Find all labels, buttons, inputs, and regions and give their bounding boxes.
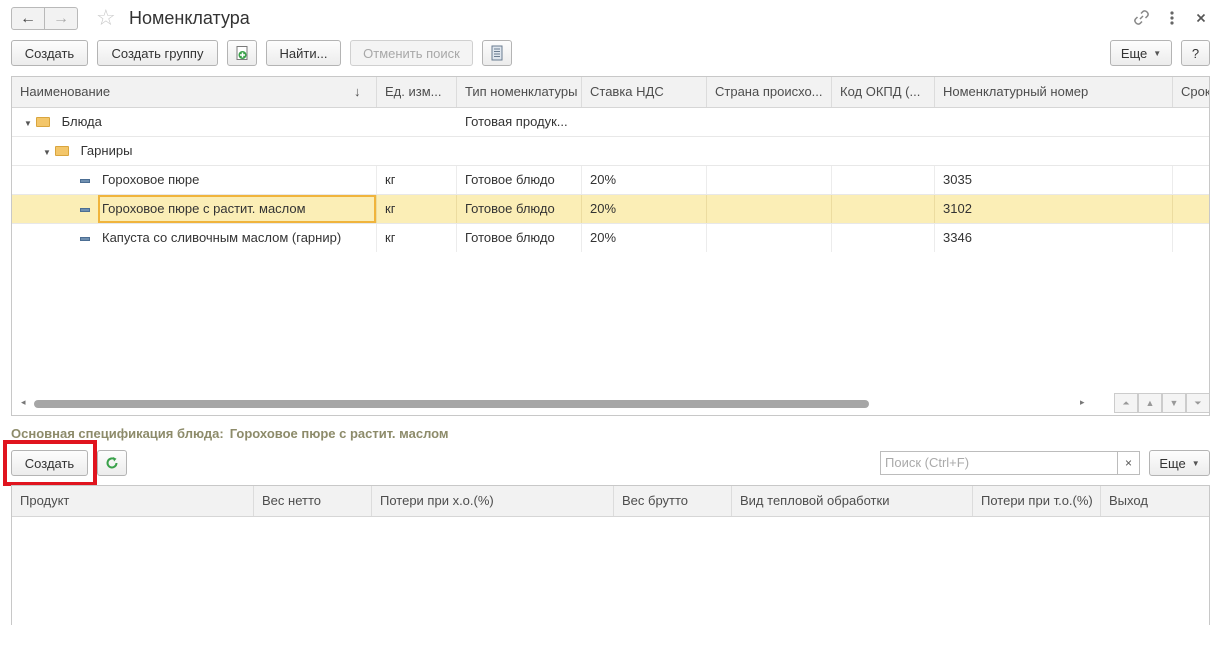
column-header-gross-weight[interactable]: Вес брутто bbox=[614, 486, 732, 516]
cell-name: Капуста со сливочным маслом (гарнир) bbox=[102, 230, 342, 245]
table-row[interactable]: Гороховое пюре кг Готовое блюдо 20% 3035 bbox=[12, 166, 1209, 195]
go-last-icon[interactable]: ⏷ bbox=[1186, 393, 1209, 413]
go-down-icon[interactable]: ▼ bbox=[1162, 393, 1186, 413]
cell-number: 3035 bbox=[943, 172, 972, 187]
copy-button[interactable] bbox=[227, 40, 257, 66]
folder-icon bbox=[36, 116, 50, 127]
cell-name: Блюда bbox=[61, 114, 102, 129]
cell-type: Готовая продук... bbox=[465, 114, 568, 129]
chevron-down-icon: ▼ bbox=[1153, 48, 1162, 58]
column-header-country[interactable]: Страна происхо... bbox=[707, 77, 832, 107]
scroll-right-icon[interactable]: ▸ bbox=[1080, 397, 1085, 408]
column-header-okpd[interactable]: Код ОКПД (... bbox=[832, 77, 935, 107]
table-row[interactable]: ▼ Гарниры bbox=[12, 137, 1209, 166]
horizontal-scrollbar[interactable] bbox=[34, 400, 869, 408]
arrow-right-icon: → bbox=[53, 9, 69, 27]
search-clear-icon[interactable]: × bbox=[1117, 451, 1140, 475]
cell-name: Гороховое пюре с растит. маслом bbox=[102, 201, 306, 216]
table-header: Наименование ↓ Ед. изм... Тип номенклату… bbox=[12, 77, 1209, 108]
collapse-triangle-icon[interactable]: ▼ bbox=[24, 110, 36, 136]
item-icon bbox=[80, 207, 90, 212]
cell-type: Готовое блюдо bbox=[465, 230, 555, 245]
spec-table-header: Продукт Вес нетто Потери при х.о.(%) Вес… bbox=[12, 486, 1209, 517]
create-group-button[interactable]: Создать группу bbox=[97, 40, 218, 66]
cell-name: Гарниры bbox=[80, 143, 133, 158]
item-icon bbox=[80, 236, 90, 241]
column-header-cold-loss[interactable]: Потери при х.о.(%) bbox=[372, 486, 614, 516]
refresh-icon bbox=[106, 457, 118, 469]
nomenclature-table[interactable]: Наименование ↓ Ед. изм... Тип номенклату… bbox=[11, 76, 1210, 416]
column-header-term[interactable]: Срок bbox=[1173, 77, 1209, 107]
cell-vat: 20% bbox=[590, 230, 617, 245]
cancel-search-button[interactable]: Отменить поиск bbox=[350, 40, 473, 66]
folder-icon bbox=[55, 145, 69, 156]
spec-value[interactable]: Гороховое пюре с растит. маслом bbox=[230, 426, 449, 441]
cell-unit: кг bbox=[385, 230, 396, 245]
sort-arrow-icon: ↓ bbox=[354, 84, 361, 99]
cell-vat: 20% bbox=[590, 201, 617, 216]
table-row-selected[interactable]: Гороховое пюре с растит. маслом кг Готов… bbox=[12, 195, 1209, 224]
more-label: Еще bbox=[1120, 45, 1148, 61]
go-up-icon[interactable]: ▲ bbox=[1138, 393, 1162, 413]
spec-table[interactable]: Продукт Вес нетто Потери при х.о.(%) Вес… bbox=[11, 485, 1210, 625]
create-button[interactable]: Создать bbox=[11, 40, 88, 66]
highlight-box bbox=[3, 440, 97, 486]
cell-number: 3346 bbox=[943, 230, 972, 245]
column-header-unit[interactable]: Ед. изм... bbox=[377, 77, 457, 107]
refresh-button[interactable] bbox=[97, 450, 127, 476]
table-row[interactable]: ▼ Блюда Готовая продук... bbox=[12, 108, 1209, 137]
link-icon[interactable] bbox=[1133, 9, 1150, 26]
copy-document-icon bbox=[236, 46, 248, 60]
scroll-left-icon[interactable]: ◂ bbox=[21, 397, 26, 408]
item-icon bbox=[80, 178, 90, 183]
cell-unit: кг bbox=[385, 201, 396, 216]
column-header-heat-loss[interactable]: Потери при т.о.(%) bbox=[973, 486, 1101, 516]
report-button[interactable] bbox=[482, 40, 512, 66]
column-header-type[interactable]: Тип номенклатуры bbox=[457, 77, 582, 107]
search-input[interactable]: Поиск (Ctrl+F) bbox=[880, 451, 1118, 475]
collapse-triangle-icon[interactable]: ▼ bbox=[43, 139, 55, 165]
table-row[interactable]: Капуста со сливочным маслом (гарнир) кг … bbox=[12, 224, 1209, 253]
spec-label: Основная спецификация блюда: bbox=[11, 426, 224, 441]
back-button[interactable]: ← bbox=[11, 7, 45, 30]
favorite-star-icon[interactable]: ☆ bbox=[96, 6, 116, 30]
cell-type: Готовое блюдо bbox=[465, 172, 555, 187]
cell-unit: кг bbox=[385, 172, 396, 187]
arrow-left-icon: ← bbox=[20, 9, 36, 27]
close-icon[interactable] bbox=[1196, 13, 1206, 23]
cell-type: Готовое блюдо bbox=[465, 201, 555, 216]
help-button[interactable]: ? bbox=[1181, 40, 1210, 66]
more-vertical-icon[interactable] bbox=[1169, 10, 1175, 26]
column-header-heat-treatment[interactable]: Вид тепловой обработки bbox=[732, 486, 973, 516]
column-header-name[interactable]: Наименование ↓ bbox=[12, 77, 377, 107]
go-first-icon[interactable]: ⏶ bbox=[1114, 393, 1138, 413]
list-document-icon bbox=[491, 45, 503, 61]
column-header-product[interactable]: Продукт bbox=[12, 486, 254, 516]
column-header-vat[interactable]: Ставка НДС bbox=[582, 77, 707, 107]
column-header-number[interactable]: Номенклатурный номер bbox=[935, 77, 1173, 107]
forward-button[interactable]: → bbox=[44, 7, 78, 30]
cell-name: Гороховое пюре bbox=[102, 172, 200, 187]
cell-number: 3102 bbox=[943, 201, 972, 216]
chevron-down-icon: ▼ bbox=[1191, 458, 1200, 468]
more-button[interactable]: Еще ▼ bbox=[1110, 40, 1172, 66]
find-button[interactable]: Найти... bbox=[266, 40, 341, 66]
page-title: Номенклатура bbox=[129, 8, 250, 28]
spec-more-button[interactable]: Еще ▼ bbox=[1149, 450, 1210, 476]
column-header-net-weight[interactable]: Вес нетто bbox=[254, 486, 372, 516]
more-label: Еще bbox=[1159, 455, 1186, 471]
column-header-yield[interactable]: Выход bbox=[1101, 486, 1209, 516]
cell-vat: 20% bbox=[590, 172, 617, 187]
spec-caption: Основная спецификация блюда: Гороховое пю… bbox=[11, 426, 449, 441]
